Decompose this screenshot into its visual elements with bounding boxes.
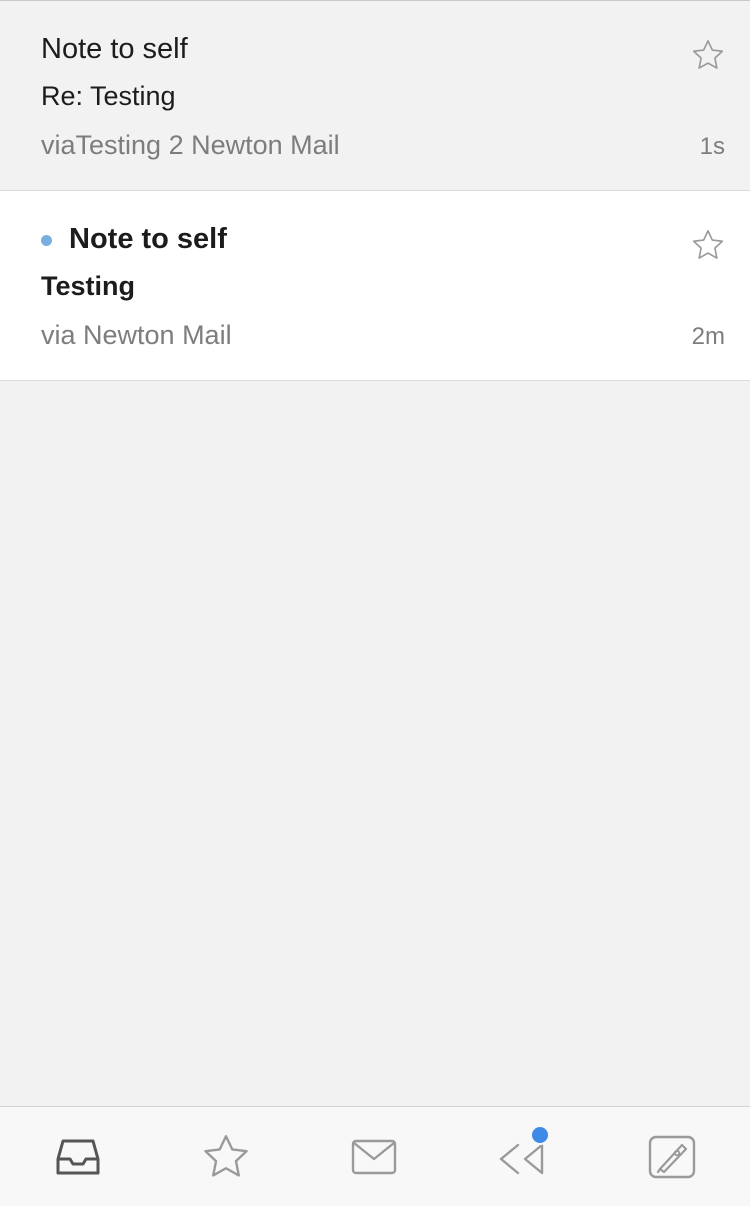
inbox-icon: [56, 1139, 100, 1175]
bottom-tab-bar: [0, 1106, 750, 1206]
message-row[interactable]: Note to self Re: Testing viaTesting 2 Ne…: [0, 1, 750, 191]
tab-compose[interactable]: [646, 1131, 698, 1183]
envelope-icon: [351, 1139, 397, 1175]
unread-indicator: [41, 235, 52, 246]
message-time: 2m: [691, 323, 725, 350]
tab-inbox[interactable]: [52, 1131, 104, 1183]
message-subject: Re: Testing: [41, 81, 176, 111]
tab-starred[interactable]: [200, 1131, 252, 1183]
tab-all-mail[interactable]: [348, 1131, 400, 1183]
star-icon[interactable]: [690, 227, 726, 263]
message-row[interactable]: Note to self Testing via Newton Mail 2m: [0, 191, 750, 381]
mail-screen: Note to self Re: Testing viaTesting 2 Ne…: [0, 0, 750, 1206]
message-preview: viaTesting 2 Newton Mail: [41, 130, 340, 160]
message-sender: Note to self: [69, 223, 227, 255]
compose-icon: [648, 1135, 696, 1179]
message-list: Note to self Re: Testing viaTesting 2 Ne…: [0, 1, 750, 381]
message-subject: Testing: [41, 271, 135, 301]
message-preview: via Newton Mail: [41, 320, 232, 350]
tab-sent[interactable]: [496, 1125, 550, 1183]
notification-badge: [530, 1125, 550, 1145]
message-sender: Note to self: [41, 33, 188, 65]
message-time: 1s: [699, 133, 725, 160]
star-icon: [204, 1135, 248, 1177]
star-icon[interactable]: [690, 37, 726, 73]
